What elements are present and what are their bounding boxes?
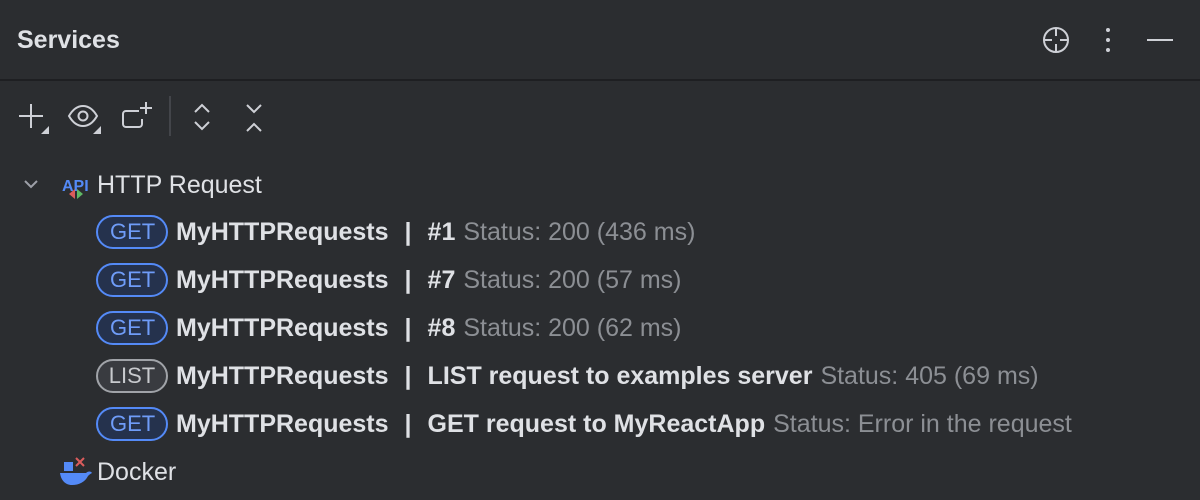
panel-title: Services [17,26,120,54]
request-file-name: MyHTTPRequests [176,265,389,294]
request-label: #1 [427,217,456,246]
add-service-icon[interactable] [15,100,51,136]
request-status: Status: 200 (436 ms) [463,217,696,246]
tree-group-docker[interactable]: Docker [0,448,1200,496]
tree-group-http-request[interactable]: API HTTP Request [0,161,1200,209]
separator: | [404,313,412,342]
request-file-name: MyHTTPRequests [176,313,389,342]
request-label: GET request to MyReactApp [427,409,766,438]
locate-icon[interactable] [1040,24,1072,56]
request-status: Status: 200 (62 ms) [463,313,682,342]
method-badge: GET [96,263,168,297]
group-label: HTTP Request [97,170,262,199]
request-status: Status: 405 (69 ms) [820,361,1039,390]
services-header: Services [0,0,1200,81]
more-options-icon[interactable] [1092,24,1124,56]
chevron-down-icon[interactable] [22,177,40,191]
docker-icon [60,457,92,485]
separator: | [404,409,412,438]
svg-text:API: API [62,178,89,195]
expand-all-icon[interactable] [184,100,220,136]
api-icon: API [62,178,89,199]
method-badge: LIST [96,359,168,393]
minimize-icon[interactable] [1144,24,1176,56]
request-row[interactable]: GET MyHTTPRequests | #1 Status: 200 (436 ms) [0,208,1200,256]
request-file-name: MyHTTPRequests [176,409,389,438]
request-row[interactable]: GET MyHTTPRequests | #8 Status: 200 (62 ms) [0,304,1200,352]
request-row[interactable]: GET MyHTTPRequests | #7 Status: 200 (57 ms) [0,256,1200,304]
group-label: Docker [97,457,177,486]
method-badge: GET [96,407,168,441]
collapse-all-icon[interactable] [236,100,272,136]
separator: | [404,361,412,390]
request-label: LIST request to examples server [427,361,813,390]
request-status: Status: 200 (57 ms) [463,265,682,294]
separator: | [404,217,412,246]
separator: | [404,265,412,294]
request-label: #8 [427,313,456,342]
method-badge: GET [96,311,168,345]
request-label: #7 [427,265,456,294]
new-tab-icon[interactable] [119,100,155,136]
method-badge: GET [96,215,168,249]
request-file-name: MyHTTPRequests [176,217,389,246]
request-status: Status: Error in the request [773,409,1072,438]
request-row[interactable]: GET MyHTTPRequests | GET request to MyReact… [0,400,1200,448]
view-options-icon[interactable] [66,100,102,136]
toolbar-divider [169,96,171,136]
request-file-name: MyHTTPRequests [176,361,389,390]
request-row[interactable]: LIST MyHTTPRequests | LIST request to examp… [0,352,1200,400]
